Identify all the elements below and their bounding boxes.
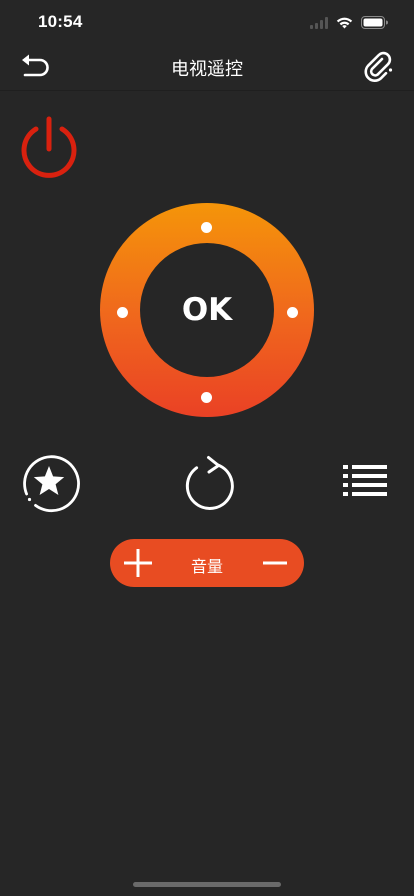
power-icon: [21, 116, 77, 178]
ok-label: OK: [181, 292, 233, 328]
star-circle-icon: [23, 455, 80, 513]
nav-bar: 电视遥控: [0, 44, 414, 91]
minus-icon: [263, 561, 287, 565]
signal-icon: [310, 14, 328, 33]
paperclip-icon: [364, 51, 393, 82]
list-menu-icon: [343, 465, 387, 496]
return-arrow-icon: [185, 456, 234, 510]
wifi-icon: [336, 14, 353, 33]
return-button[interactable]: [177, 451, 237, 513]
link-button[interactable]: [362, 50, 396, 84]
volume-control: 音量: [110, 539, 304, 587]
menu-button[interactable]: [340, 460, 390, 500]
dpad-up-button[interactable]: [201, 222, 212, 233]
ok-button[interactable]: OK: [140, 243, 274, 377]
direction-pad: OK: [100, 203, 314, 417]
page-title: 电视遥控: [171, 59, 243, 80]
status-icons: [310, 14, 388, 33]
power-button[interactable]: [17, 115, 81, 179]
favorite-button[interactable]: [18, 451, 80, 513]
battery-icon: [361, 14, 388, 33]
dpad-right-button[interactable]: [287, 307, 298, 318]
home-indicator: [133, 882, 281, 887]
status-time: 10:54: [38, 12, 83, 31]
volume-down-button[interactable]: [262, 547, 288, 579]
dpad-left-button[interactable]: [117, 307, 128, 318]
dpad-down-button[interactable]: [201, 392, 212, 403]
status-bar: 10:54: [0, 0, 414, 44]
